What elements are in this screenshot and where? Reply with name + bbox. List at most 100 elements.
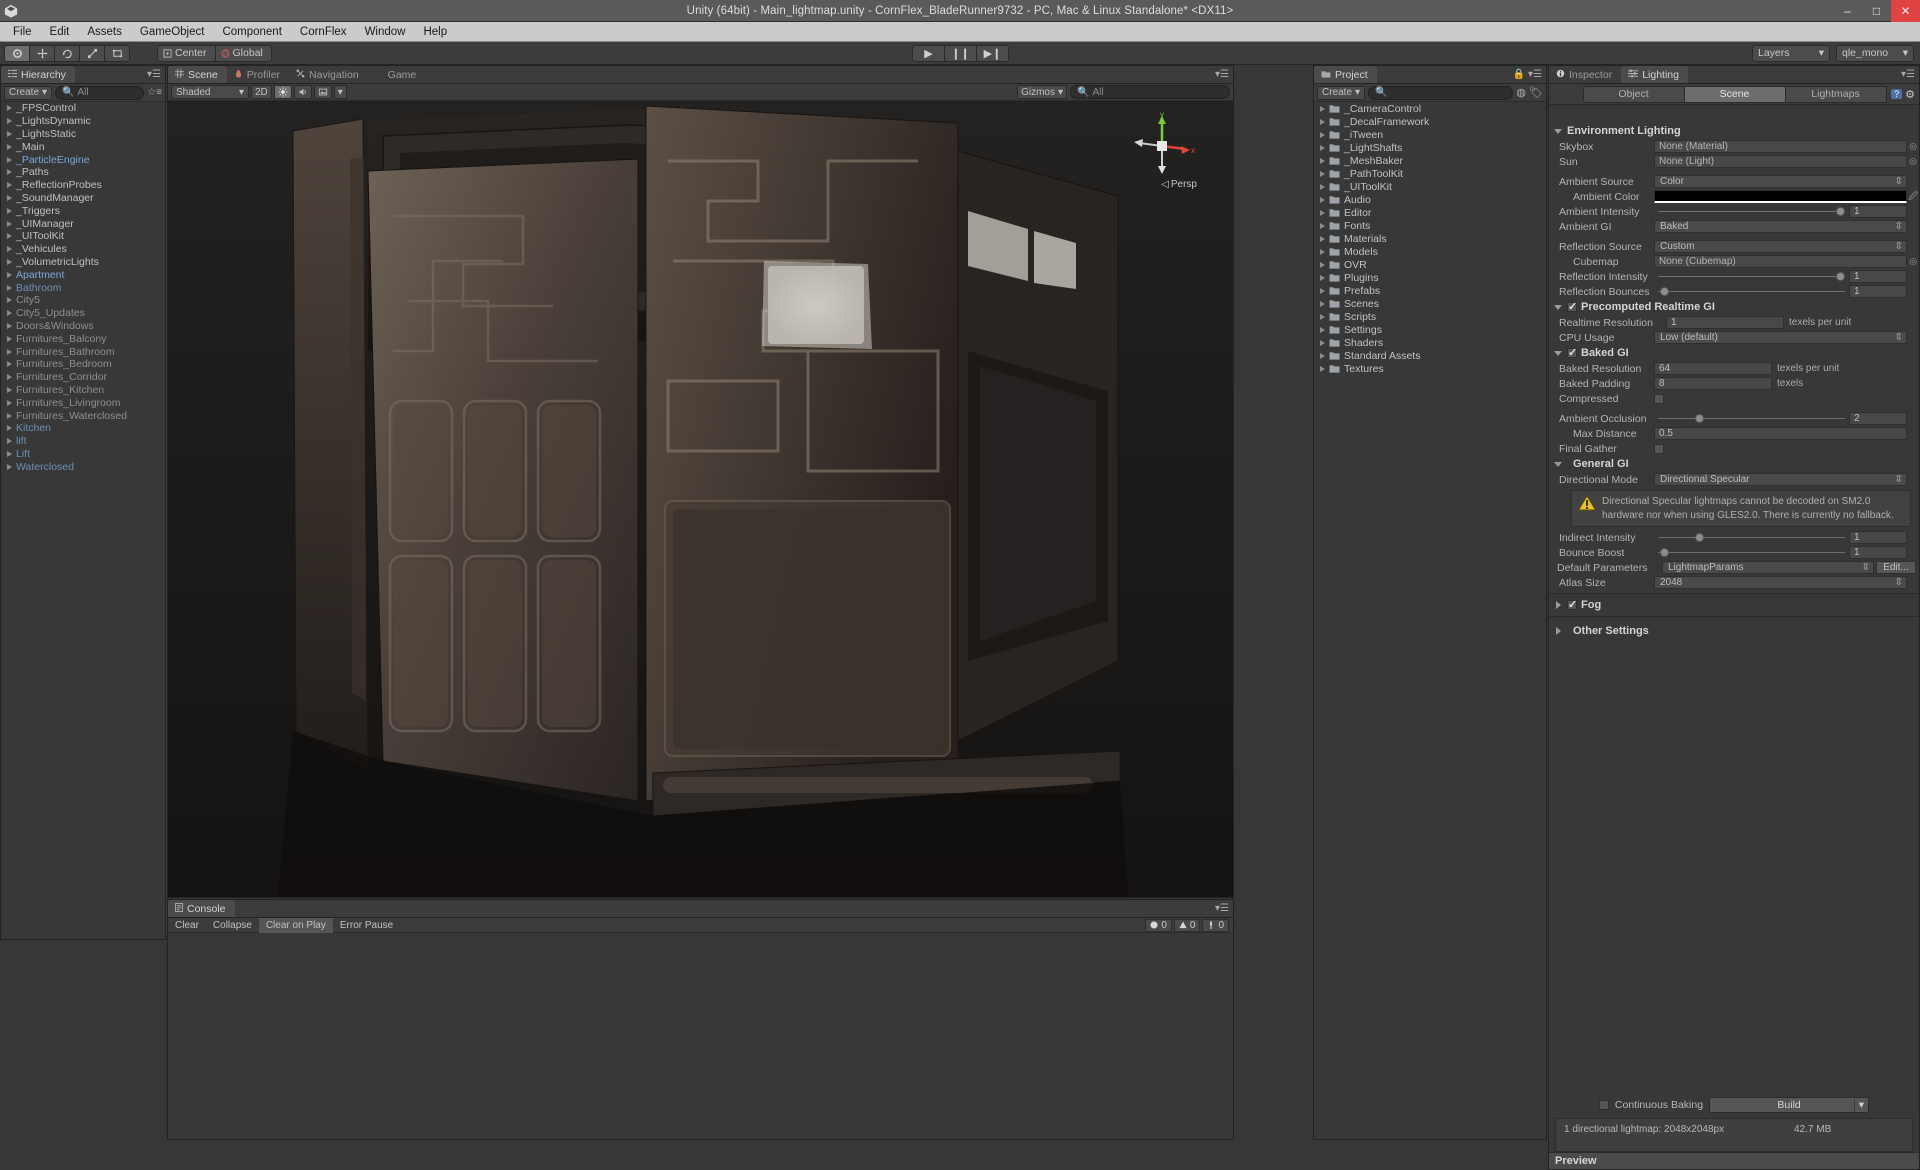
hierarchy-item[interactable]: _ParticleEngine xyxy=(1,153,165,166)
section-fog[interactable]: Fog xyxy=(1549,597,1919,613)
fog-checkbox[interactable] xyxy=(1567,598,1577,611)
pivot-mode-button[interactable]: Center xyxy=(157,44,216,62)
baked-gi-checkbox[interactable] xyxy=(1567,346,1577,359)
hierarchy-search-input[interactable]: 🔍 All xyxy=(55,85,145,100)
hierarchy-item[interactable]: _Triggers xyxy=(1,204,165,217)
section-baked-gi[interactable]: Baked GI xyxy=(1549,345,1919,361)
bounce-boost-value[interactable]: 1 xyxy=(1849,546,1907,559)
tab-hierarchy[interactable]: Hierarchy xyxy=(1,66,75,83)
expand-arrow-icon[interactable] xyxy=(5,360,14,369)
compressed-checkbox[interactable] xyxy=(1654,393,1664,404)
expand-arrow-icon[interactable] xyxy=(5,462,14,471)
project-folder-item[interactable]: Plugins xyxy=(1314,271,1546,284)
expand-arrow-icon[interactable] xyxy=(5,142,14,151)
expand-arrow-icon[interactable] xyxy=(5,257,14,266)
expand-arrow-icon[interactable] xyxy=(1318,104,1327,113)
project-folder-item[interactable]: Scripts xyxy=(1314,310,1546,323)
expand-arrow-icon[interactable] xyxy=(1318,169,1327,178)
menu-edit[interactable]: Edit xyxy=(41,24,79,40)
hierarchy-item[interactable]: Apartment xyxy=(1,268,165,281)
project-folder-item[interactable]: _UIToolKit xyxy=(1314,180,1546,193)
hand-tool-icon[interactable] xyxy=(4,44,30,62)
hierarchy-item[interactable]: _SoundManager xyxy=(1,192,165,205)
project-folder-item[interactable]: _DecalFramework xyxy=(1314,115,1546,128)
expand-arrow-icon[interactable] xyxy=(1318,130,1327,139)
chevron-down-icon[interactable]: ▾ xyxy=(1853,1099,1864,1111)
hierarchy-item[interactable]: _FPSControl xyxy=(1,102,165,115)
pause-button[interactable]: ❙❙ xyxy=(944,44,977,62)
project-type-filter-icon[interactable]: ◍ xyxy=(1516,86,1526,99)
skybox-field[interactable]: None (Material) xyxy=(1654,140,1907,153)
scene-lighting-toggle[interactable] xyxy=(273,85,292,99)
tab-profiler[interactable]: Profiler xyxy=(227,66,289,83)
console-error-pause-button[interactable]: Error Pause xyxy=(333,918,400,933)
scene-2d-toggle[interactable]: 2D xyxy=(251,85,272,99)
hierarchy-item[interactable]: Doors&Windows xyxy=(1,320,165,333)
hierarchy-item[interactable]: lift xyxy=(1,435,165,448)
ambient-intensity-slider[interactable] xyxy=(1658,205,1845,218)
expand-arrow-icon[interactable] xyxy=(5,181,14,190)
section-precomputed-realtime-gi[interactable]: Precomputed Realtime GI xyxy=(1549,299,1919,315)
expand-arrow-icon[interactable] xyxy=(1318,143,1327,152)
tab-scene[interactable]: Scene xyxy=(168,66,227,83)
expand-arrow-icon[interactable] xyxy=(5,321,14,330)
expand-arrow-icon[interactable] xyxy=(5,283,14,292)
expand-arrow-icon[interactable] xyxy=(5,232,14,241)
expand-arrow-icon[interactable] xyxy=(1318,247,1327,256)
project-folder-item[interactable]: Settings xyxy=(1314,323,1546,336)
scene-search-input[interactable]: 🔍 All xyxy=(1070,85,1230,99)
hierarchy-filter-icon[interactable]: ☆≡ xyxy=(147,87,162,98)
draw-mode-dropdown[interactable]: Shaded ▾ xyxy=(171,85,249,99)
expand-arrow-icon[interactable] xyxy=(1318,260,1327,269)
expand-arrow-icon[interactable] xyxy=(1318,338,1327,347)
hierarchy-item[interactable]: Furnitures_Bathroom xyxy=(1,345,165,358)
expand-arrow-icon[interactable] xyxy=(1318,195,1327,204)
menu-cornflex[interactable]: CornFlex xyxy=(291,24,356,40)
layout-dropdown[interactable]: qle_mono ▾ xyxy=(1836,44,1914,62)
hierarchy-item[interactable]: _Vehicules xyxy=(1,243,165,256)
gear-icon[interactable]: ⚙ xyxy=(1905,88,1915,101)
expand-arrow-icon[interactable] xyxy=(5,168,14,177)
tab-project[interactable]: Project xyxy=(1314,66,1377,83)
hierarchy-item[interactable]: Furnitures_Corridor xyxy=(1,371,165,384)
hierarchy-item[interactable]: Furnitures_Bedroom xyxy=(1,358,165,371)
console-clear-button[interactable]: Clear xyxy=(168,918,206,933)
tab-lightmaps[interactable]: Lightmaps xyxy=(1784,85,1887,103)
project-folder-item[interactable]: Standard Assets xyxy=(1314,349,1546,362)
rect-tool-icon[interactable] xyxy=(104,44,130,62)
default-parameters-dropdown[interactable]: LightmapParams ⇳ xyxy=(1662,561,1874,574)
max-distance-value[interactable]: 0.5 xyxy=(1654,427,1907,440)
cpu-usage-dropdown[interactable]: Low (default) ⇳ xyxy=(1654,331,1907,344)
reflection-intensity-slider[interactable] xyxy=(1658,270,1845,283)
console-warning-count[interactable]: 0 xyxy=(1173,918,1201,932)
expand-arrow-icon[interactable] xyxy=(1318,182,1327,191)
expand-arrow-icon[interactable] xyxy=(5,398,14,407)
expand-arrow-icon[interactable] xyxy=(1318,312,1327,321)
hierarchy-item[interactable]: _Paths xyxy=(1,166,165,179)
gizmos-dropdown[interactable]: Gizmos ▾ xyxy=(1017,85,1067,99)
continuous-baking-checkbox[interactable] xyxy=(1598,1100,1609,1110)
step-button[interactable]: ▶❙ xyxy=(976,44,1009,62)
console-clear-on-play-button[interactable]: Clear on Play xyxy=(258,917,333,933)
hierarchy-item[interactable]: _LightsStatic xyxy=(1,128,165,141)
expand-arrow-icon[interactable] xyxy=(1318,234,1327,243)
expand-arrow-icon[interactable] xyxy=(5,245,14,254)
final-gather-checkbox[interactable] xyxy=(1654,443,1664,454)
precomputed-realtime-gi-checkbox[interactable] xyxy=(1567,300,1577,313)
build-button[interactable]: Build ▾ xyxy=(1709,1097,1870,1113)
project-folder-item[interactable]: Editor xyxy=(1314,206,1546,219)
hierarchy-item[interactable]: _LightsDynamic xyxy=(1,115,165,128)
expand-arrow-icon[interactable] xyxy=(1318,299,1327,308)
menu-assets[interactable]: Assets xyxy=(78,24,131,40)
section-other-settings[interactable]: Other Settings xyxy=(1549,620,1919,642)
tab-console[interactable]: Console xyxy=(168,900,235,917)
tab-scene[interactable]: Scene xyxy=(1683,85,1786,103)
expand-arrow-icon[interactable] xyxy=(1318,286,1327,295)
ambient-gi-dropdown[interactable]: Baked ⇳ xyxy=(1654,220,1907,233)
project-folder-item[interactable]: _iTween xyxy=(1314,128,1546,141)
scene-effects-toggle[interactable] xyxy=(313,85,332,99)
hierarchy-item[interactable]: City5 xyxy=(1,294,165,307)
hierarchy-item[interactable]: Bathroom xyxy=(1,281,165,294)
space-mode-button[interactable]: Global xyxy=(214,44,272,62)
expand-arrow-icon[interactable] xyxy=(5,437,14,446)
